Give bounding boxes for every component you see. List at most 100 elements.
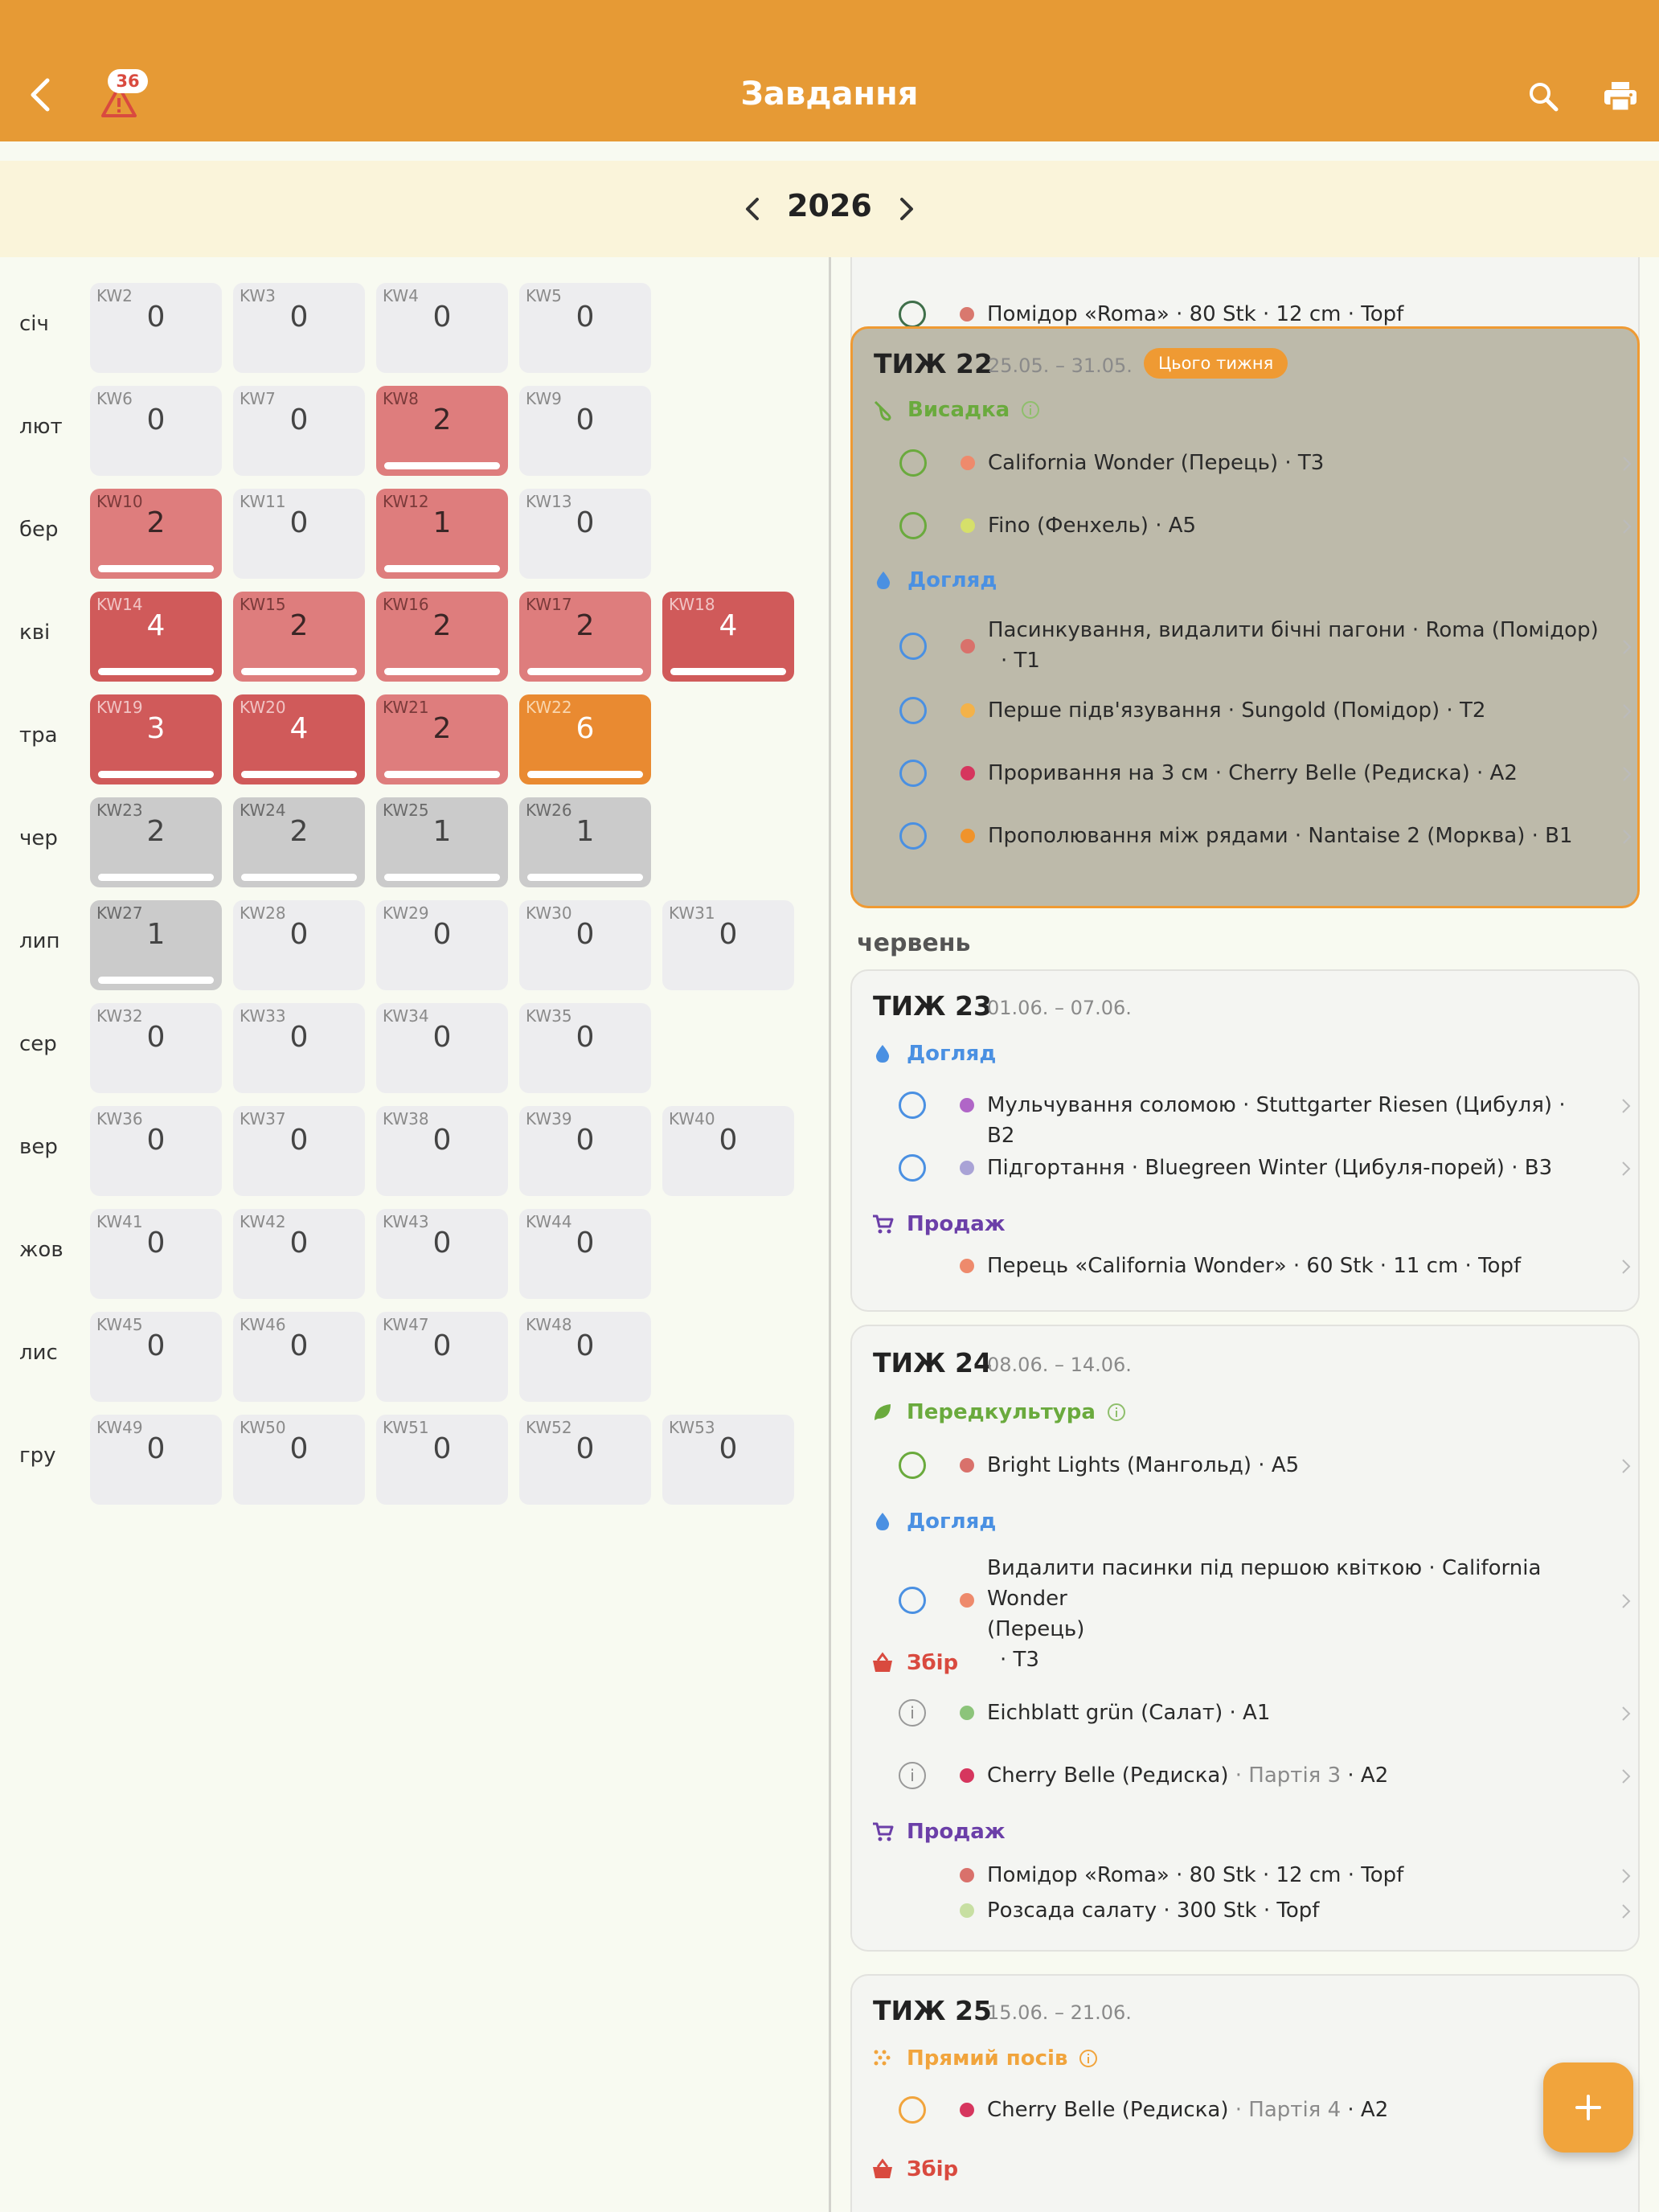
week-cell[interactable]: KW45 0: [90, 1312, 222, 1402]
week-cell[interactable]: KW5 0: [519, 283, 651, 373]
week-cell[interactable]: KW8 2: [376, 386, 508, 476]
week-cell[interactable]: KW29 0: [376, 900, 508, 990]
category-label: Догляд: [907, 1509, 997, 1534]
week-cell[interactable]: KW40 0: [662, 1106, 794, 1196]
week-cell[interactable]: KW51 0: [376, 1415, 508, 1505]
task-count: 2: [432, 712, 452, 745]
week-cell[interactable]: KW30 0: [519, 900, 651, 990]
warnings-button[interactable]: 36: [95, 68, 156, 119]
task-count: 4: [289, 712, 309, 745]
info-icon[interactable]: [1021, 400, 1040, 420]
task-count: 0: [719, 1124, 738, 1157]
week-cell[interactable]: KW24 2: [233, 797, 365, 887]
week-cell[interactable]: KW16 2: [376, 592, 508, 682]
task-text: Cherry Belle (Редиска) · Партія 3 · A2: [987, 1763, 1389, 1788]
info-icon[interactable]: [1107, 1403, 1126, 1422]
back-button[interactable]: [18, 69, 63, 121]
task-list[interactable]: Помідор «Roma» · 80 Stk · 12 cm · Topf Т…: [831, 257, 1659, 2212]
week-cell[interactable]: KW53 0: [662, 1415, 794, 1505]
week-cell[interactable]: KW13 0: [519, 489, 651, 579]
week-cell[interactable]: KW35 0: [519, 1003, 651, 1093]
week-cell[interactable]: KW11 0: [233, 489, 365, 579]
week-cell[interactable]: KW28 0: [233, 900, 365, 990]
week-cell[interactable]: KW38 0: [376, 1106, 508, 1196]
info-indicator[interactable]: i: [899, 1762, 926, 1789]
week-cell[interactable]: KW18 4: [662, 592, 794, 682]
week-cell[interactable]: KW48 0: [519, 1312, 651, 1402]
week-title: ТИЖ 22: [874, 348, 993, 379]
week-cell[interactable]: KW3 0: [233, 283, 365, 373]
week-cell[interactable]: KW36 0: [90, 1106, 222, 1196]
task-checkbox[interactable]: [899, 2096, 926, 2124]
task-checkbox[interactable]: [899, 449, 927, 477]
week-cell[interactable]: KW32 0: [90, 1003, 222, 1093]
week-cell[interactable]: KW6 0: [90, 386, 222, 476]
week-cell[interactable]: KW34 0: [376, 1003, 508, 1093]
chevron-right-icon: [1622, 1099, 1631, 1113]
search-button[interactable]: [1519, 72, 1567, 121]
week-cell[interactable]: KW14 4: [90, 592, 222, 682]
task-checkbox[interactable]: [899, 760, 927, 787]
task-count: 2: [289, 815, 309, 848]
week-cell[interactable]: KW7 0: [233, 386, 365, 476]
week-cell[interactable]: KW46 0: [233, 1312, 365, 1402]
crop-color-dot: [961, 703, 975, 718]
week-cell[interactable]: KW15 2: [233, 592, 365, 682]
week-cell[interactable]: KW12 1: [376, 489, 508, 579]
week-cell[interactable]: KW9 0: [519, 386, 651, 476]
previous-year-button[interactable]: [730, 183, 775, 235]
week-cell[interactable]: KW42 0: [233, 1209, 365, 1299]
week-cell[interactable]: KW4 0: [376, 283, 508, 373]
top-app-bar: Завдання: [0, 0, 1659, 141]
basket-icon: [873, 1652, 892, 1672]
chevron-right-icon: [1622, 1904, 1631, 1919]
week-cell[interactable]: KW43 0: [376, 1209, 508, 1299]
task-checkbox[interactable]: [899, 697, 927, 724]
week-cell[interactable]: KW41 0: [90, 1209, 222, 1299]
week-cell[interactable]: KW27 1: [90, 900, 222, 990]
week-cell[interactable]: KW23 2: [90, 797, 222, 887]
chevron-right-icon: [1623, 640, 1632, 654]
task-checkbox[interactable]: [899, 633, 927, 660]
progress-bar: [98, 874, 214, 881]
task-checkbox[interactable]: [899, 822, 927, 850]
week-cell[interactable]: KW22 6: [519, 694, 651, 784]
task-checkbox[interactable]: [899, 1452, 926, 1479]
task-count: 0: [146, 1021, 166, 1054]
task-text: Помідор «Roma» · 80 Stk · 12 cm · Topf: [987, 1863, 1404, 1887]
task-checkbox[interactable]: [899, 1092, 926, 1119]
week-cell[interactable]: KW44 0: [519, 1209, 651, 1299]
chevron-right-icon: [1622, 1869, 1631, 1883]
year-selector: 2026: [0, 161, 1659, 257]
week-cell[interactable]: KW33 0: [233, 1003, 365, 1093]
crop-color-dot: [960, 1161, 974, 1175]
week-cell[interactable]: KW26 1: [519, 797, 651, 887]
week-cell[interactable]: KW49 0: [90, 1415, 222, 1505]
week-cell[interactable]: KW19 3: [90, 694, 222, 784]
week-cell[interactable]: KW2 0: [90, 283, 222, 373]
next-year-button[interactable]: [884, 183, 929, 235]
progress-bar: [384, 668, 500, 675]
week-cell[interactable]: KW47 0: [376, 1312, 508, 1402]
task-checkbox[interactable]: [899, 1587, 926, 1614]
week-cell[interactable]: KW21 2: [376, 694, 508, 784]
task-count: 0: [289, 1432, 309, 1465]
task-checkbox[interactable]: [899, 1154, 926, 1182]
task-count: 1: [432, 815, 452, 848]
week-cell[interactable]: KW52 0: [519, 1415, 651, 1505]
week-cell[interactable]: KW50 0: [233, 1415, 365, 1505]
print-button[interactable]: [1596, 72, 1645, 121]
add-task-button[interactable]: [1543, 2062, 1633, 2153]
info-icon[interactable]: [1079, 2049, 1098, 2068]
task-checkbox[interactable]: [899, 301, 926, 328]
week-cell[interactable]: KW20 4: [233, 694, 365, 784]
task-checkbox[interactable]: [899, 512, 927, 539]
category-label: Продаж: [907, 1820, 1006, 1844]
week-cell[interactable]: KW39 0: [519, 1106, 651, 1196]
week-cell[interactable]: KW25 1: [376, 797, 508, 887]
week-cell[interactable]: KW37 0: [233, 1106, 365, 1196]
info-indicator[interactable]: i: [899, 1699, 926, 1727]
week-cell[interactable]: KW17 2: [519, 592, 651, 682]
week-cell[interactable]: KW10 2: [90, 489, 222, 579]
week-cell[interactable]: KW31 0: [662, 900, 794, 990]
